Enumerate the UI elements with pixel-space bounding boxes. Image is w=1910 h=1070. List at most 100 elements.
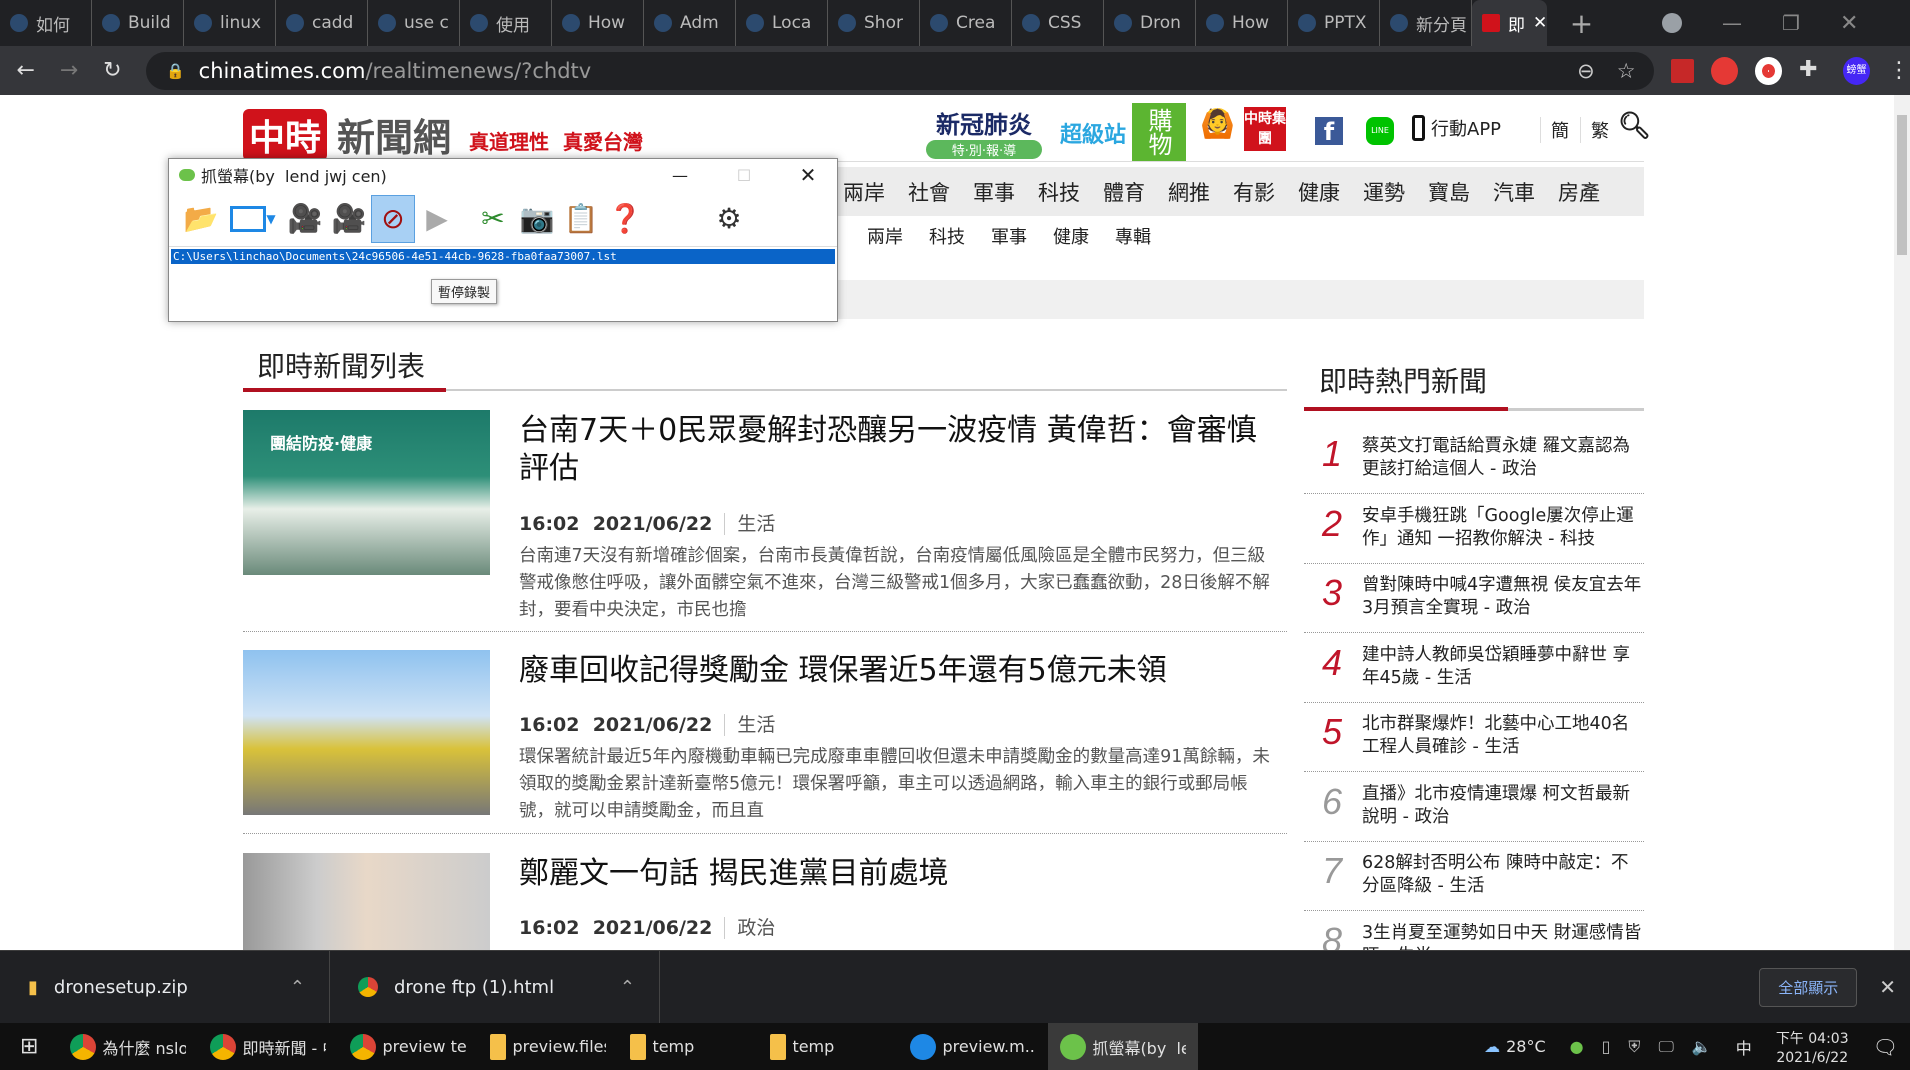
clock[interactable]: 下午 04:032021/6/22 xyxy=(1764,1023,1861,1070)
stop-recording-icon[interactable]: ⊘ xyxy=(371,195,415,243)
subnav-item[interactable]: 軍事 xyxy=(991,223,1027,249)
hot-news-text[interactable]: 蔡英文打電話給賈永婕 羅文嘉認為更該打給這個人 - 政治 xyxy=(1362,435,1642,481)
nav-item[interactable]: 有影 xyxy=(1233,177,1275,207)
scissors-icon[interactable]: ✂ xyxy=(471,195,515,243)
page-scrollbar[interactable] xyxy=(1894,95,1910,950)
browser-tab[interactable]: Adm xyxy=(644,0,736,46)
traditional-chinese-link[interactable]: 繁 xyxy=(1580,117,1609,143)
browser-tab[interactable]: 如何 xyxy=(0,0,92,46)
dialog-maximize-button[interactable]: ☐ xyxy=(715,166,773,185)
subnav-item[interactable]: 專輯 xyxy=(1115,223,1151,249)
taskbar-app-chrome[interactable]: 即時新聞 - 中... xyxy=(198,1023,338,1070)
hot-news-text[interactable]: 直播》北市疫情連環爆 柯文哲最新說明 - 政治 xyxy=(1362,783,1642,829)
minimize-button[interactable]: — xyxy=(1722,11,1742,35)
reload-button[interactable]: ↻ xyxy=(91,58,134,83)
download-item[interactable]: drone ftp (1).html⌃ xyxy=(330,951,660,1024)
hot-news-item[interactable]: 5北市群聚爆炸！北藝中心工地40名工程人員確診 - 生活 xyxy=(1304,703,1644,772)
news-title[interactable]: 廢車回收記得獎勵金 環保署近5年還有5億元未領 xyxy=(519,652,1279,690)
tray-icons[interactable]: ● ▯ ⛨ 🖵 🔈 xyxy=(1558,1023,1724,1070)
extension-lastpass-icon[interactable] xyxy=(1671,59,1694,83)
settings-gear-icon[interactable]: ⚙ xyxy=(707,195,751,243)
news-thumbnail[interactable] xyxy=(243,853,490,950)
taskbar-app-folder[interactable]: preview.files xyxy=(478,1023,618,1070)
browser-tab[interactable]: linux xyxy=(184,0,276,46)
play-icon[interactable]: ▶ xyxy=(415,195,459,243)
hot-news-text[interactable]: 安卓手機狂跳「Google屢次停止運作」通知 一招教你解決 - 科技 xyxy=(1362,505,1642,551)
extensions-puzzle-icon[interactable]: ✚ xyxy=(1799,57,1826,85)
taskbar-app-folder[interactable]: temp xyxy=(618,1023,758,1070)
record-cursor-icon[interactable]: 🎥 xyxy=(327,195,371,243)
covid-banner[interactable]: 新冠肺炎 特·別·報·導 xyxy=(920,105,1048,160)
new-tab-button[interactable]: + xyxy=(1559,7,1604,40)
browser-tab[interactable]: Loca xyxy=(736,0,828,46)
site-logo[interactable]: 中時 新聞網 真道理性 真愛台灣 xyxy=(243,107,643,162)
start-button[interactable]: ⊞ xyxy=(0,1023,58,1070)
hot-news-text[interactable]: 3生肖夏至運勢如日中天 財運感情皆旺 - 生肖 xyxy=(1362,922,1642,951)
browser-tab[interactable]: CSS xyxy=(1012,0,1104,46)
bookmark-star-icon[interactable]: ☆ xyxy=(1617,59,1636,83)
network-icon[interactable]: 🖵 xyxy=(1658,1037,1673,1057)
news-thumbnail[interactable] xyxy=(243,650,490,815)
extension-record-icon[interactable] xyxy=(1755,57,1782,85)
browser-tab[interactable]: 使用 xyxy=(460,0,552,46)
hot-news-item[interactable]: 83生肖夏至運勢如日中天 財運感情皆旺 - 生肖 xyxy=(1304,912,1644,951)
open-folder-icon[interactable]: 📂 xyxy=(179,195,223,243)
subnav-item[interactable]: 兩岸 xyxy=(867,223,903,249)
dialog-minimize-button[interactable]: — xyxy=(651,166,709,185)
dialog-titlebar[interactable]: 抓螢幕(by lend jwj cen) — ☐ ✕ xyxy=(169,159,837,191)
nav-item[interactable]: 健康 xyxy=(1298,177,1340,207)
record-icon[interactable]: 🎥 xyxy=(283,195,327,243)
tab-search-button[interactable] xyxy=(1662,13,1682,33)
close-window-button[interactable]: ✕ xyxy=(1840,11,1858,36)
address-bar[interactable]: 🔒 chinatimes.com/realtimenews/?chdtv ⊖ ☆ xyxy=(146,52,1654,90)
subnav-item[interactable]: 健康 xyxy=(1053,223,1089,249)
hot-news-item[interactable]: 3曾對陳時中喊4字遭無視 侯友宜去年3月預言全實現 - 政治 xyxy=(1304,564,1644,633)
volume-icon[interactable]: 🔈 xyxy=(1692,1037,1712,1056)
forward-button[interactable]: → xyxy=(47,58,90,83)
notification-icon[interactable]: 🗨 xyxy=(1861,1023,1910,1070)
nav-item[interactable]: 兩岸 xyxy=(843,177,885,207)
chevron-up-icon[interactable]: ⌃ xyxy=(290,977,305,998)
zoom-icon[interactable]: ⊖ xyxy=(1577,59,1595,83)
taskbar-app-chrome[interactable]: preview test - ... xyxy=(338,1023,478,1070)
search-icon[interactable]: 🔍︎ xyxy=(1618,111,1651,141)
news-title[interactable]: 鄭麗文一句話 揭民進黨目前處境 xyxy=(519,855,1279,893)
menu-kebab-icon[interactable]: ⋮ xyxy=(1888,58,1910,83)
shop-box[interactable]: 購物 xyxy=(1132,103,1186,161)
group-logo[interactable]: 中時集團 xyxy=(1244,107,1286,151)
hot-news-item[interactable]: 2安卓手機狂跳「Google屢次停止運作」通知 一招教你解決 - 科技 xyxy=(1304,495,1644,564)
news-category[interactable]: 政治 xyxy=(724,917,775,939)
file-path-item[interactable]: C:\Users\linchao\Documents\24c96506-4e51… xyxy=(171,249,835,264)
nav-item[interactable]: 科技 xyxy=(1038,177,1080,207)
browser-tab[interactable]: Build xyxy=(92,0,184,46)
download-item[interactable]: ▮dronesetup.zip⌃ xyxy=(0,951,330,1024)
line-icon[interactable]: LINE xyxy=(1366,117,1394,145)
recorder-tray-icon[interactable]: ● xyxy=(1570,1037,1584,1056)
clipboard-icon[interactable]: 📋 xyxy=(559,195,603,243)
help-icon[interactable]: ❓ xyxy=(603,195,647,243)
browser-tab[interactable]: cadd xyxy=(276,0,368,46)
taskbar-app-chrome[interactable]: 為什麼 nslook... xyxy=(58,1023,198,1070)
nav-item[interactable]: 房產 xyxy=(1558,177,1600,207)
nav-item[interactable]: 軍事 xyxy=(973,177,1015,207)
tab-close-icon[interactable]: ✕ xyxy=(1533,13,1547,33)
hot-news-item[interactable]: 6直播》北市疫情連環爆 柯文哲最新說明 - 政治 xyxy=(1304,773,1644,842)
mobile-app-link[interactable]: 行動APP xyxy=(1412,115,1501,141)
usb-icon[interactable]: ▯ xyxy=(1602,1037,1611,1056)
browser-tab[interactable]: PPTX xyxy=(1288,0,1380,46)
hot-news-item[interactable]: 7628解封否明公布 陳時中敲定：不分區降級 - 生活 xyxy=(1304,842,1644,911)
dialog-close-button[interactable]: ✕ xyxy=(779,163,837,187)
security-icon[interactable]: ⛨ xyxy=(1628,1037,1640,1057)
browser-tab[interactable]: How xyxy=(1196,0,1288,46)
hot-news-text[interactable]: 曾對陳時中喊4字遭無視 侯友宜去年3月預言全實現 - 政治 xyxy=(1362,574,1642,620)
back-button[interactable]: ← xyxy=(4,58,47,83)
taskbar-app-folder[interactable]: temp xyxy=(758,1023,898,1070)
nav-item[interactable]: 寶島 xyxy=(1428,177,1470,207)
browser-tab[interactable]: Crea xyxy=(920,0,1012,46)
browser-tab[interactable]: 即✕ xyxy=(1472,0,1547,46)
browser-tab[interactable]: Dron xyxy=(1104,0,1196,46)
nav-item[interactable]: 網推 xyxy=(1168,177,1210,207)
nav-item[interactable]: 運勢 xyxy=(1363,177,1405,207)
taskbar-app-recorder[interactable]: 抓螢幕(by len... xyxy=(1048,1023,1198,1070)
profile-avatar[interactable]: 螃蟹 xyxy=(1843,57,1870,85)
